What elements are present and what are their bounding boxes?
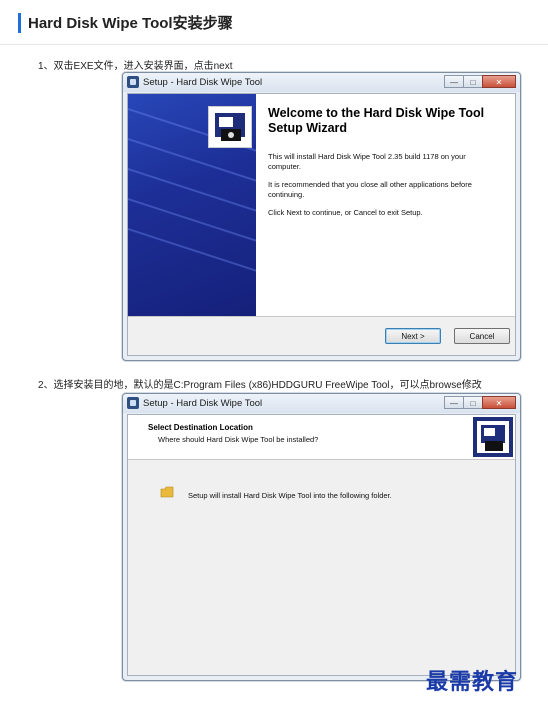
- info-text: Setup will install Hard Disk Wipe Tool i…: [188, 491, 392, 500]
- wizard-paragraph-3: Click Next to continue, or Cancel to exi…: [268, 208, 423, 217]
- header-title: Select Destination Location: [148, 423, 253, 432]
- wizard-paragraph-2: It is recommended that you close all oth…: [268, 180, 472, 199]
- page-header: Hard Disk Wipe Tool安装步骤: [0, 0, 548, 45]
- folder-icon: [160, 485, 174, 499]
- wizard-main: Welcome to the Hard Disk Wipe Tool Setup…: [256, 94, 515, 317]
- wizard-side-image: [128, 94, 256, 317]
- window-title: Setup - Hard Disk Wipe Tool: [143, 77, 263, 88]
- app-icon: [127, 76, 139, 88]
- setup-window-welcome: Setup - Hard Disk Wipe Tool — □ ✕ Welcom…: [122, 72, 521, 361]
- accent-bar: [18, 13, 21, 33]
- step-2-text: 2、选择安装目的地，默认的是C:Program Files (x86)HDDGU…: [38, 380, 482, 391]
- app-icon: [127, 397, 139, 409]
- window-title: Setup - Hard Disk Wipe Tool: [143, 398, 263, 409]
- maximize-icon[interactable]: □: [463, 396, 483, 409]
- wizard-header: Select Destination Location Where should…: [128, 415, 515, 460]
- next-button[interactable]: Next >: [385, 328, 441, 344]
- watermark: 最需教育: [426, 669, 519, 695]
- disk-wipe-logo: [473, 417, 513, 457]
- disk-wipe-logo: [208, 106, 252, 148]
- page-title: Hard Disk Wipe Tool安装步骤: [28, 15, 233, 32]
- wizard-heading: Welcome to the Hard Disk Wipe Tool Setup…: [268, 106, 485, 135]
- wizard-footer: Next > Cancel: [128, 316, 515, 355]
- header-subtitle: Where should Hard Disk Wipe Tool be inst…: [158, 435, 319, 444]
- step-1-text: 1、双击EXE文件，进入安装界面，点击next: [38, 61, 233, 72]
- maximize-icon[interactable]: □: [463, 75, 483, 88]
- close-icon[interactable]: ✕: [482, 396, 516, 409]
- setup-window-destination: Setup - Hard Disk Wipe Tool — □ ✕ Select…: [122, 393, 521, 681]
- wizard-client: Welcome to the Hard Disk Wipe Tool Setup…: [127, 93, 516, 356]
- minimize-icon[interactable]: —: [444, 75, 464, 88]
- titlebar[interactable]: Setup - Hard Disk Wipe Tool — □ ✕: [123, 73, 520, 92]
- minimize-icon[interactable]: —: [444, 396, 464, 409]
- close-icon[interactable]: ✕: [482, 75, 516, 88]
- wizard-client: Select Destination Location Where should…: [127, 414, 516, 676]
- titlebar[interactable]: Setup - Hard Disk Wipe Tool — □ ✕: [123, 394, 520, 413]
- cancel-button[interactable]: Cancel: [454, 328, 510, 344]
- wizard-paragraph-1: This will install Hard Disk Wipe Tool 2.…: [268, 152, 466, 171]
